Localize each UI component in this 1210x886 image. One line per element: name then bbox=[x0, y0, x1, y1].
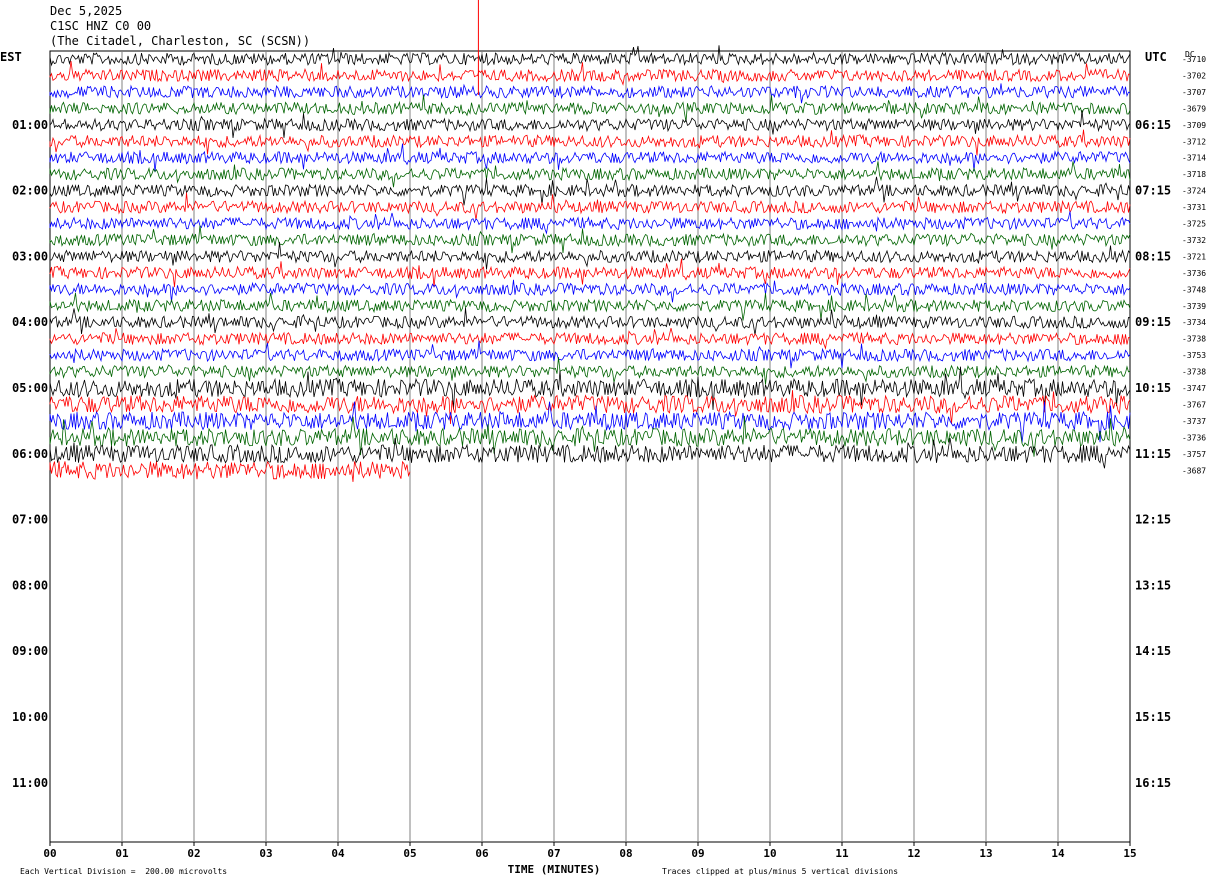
dc-offset: -3757 bbox=[1182, 450, 1206, 459]
dc-offset: -3739 bbox=[1182, 302, 1206, 311]
x-tick-label: 09 bbox=[691, 847, 704, 860]
trace-line bbox=[49, 94, 1131, 122]
dc-offset: -3732 bbox=[1182, 236, 1206, 245]
dc-offset: -3738 bbox=[1182, 368, 1206, 377]
est-hour-label: 05:00 bbox=[12, 381, 48, 395]
dc-offset: -3714 bbox=[1182, 154, 1206, 163]
clip-note: Traces clipped at plus/minus 5 vertical … bbox=[662, 867, 899, 876]
dc-offset: -3738 bbox=[1182, 335, 1206, 344]
est-hour-label: 09:00 bbox=[12, 644, 48, 658]
trace-line bbox=[49, 437, 1131, 469]
x-axis-label: TIME (MINUTES) bbox=[508, 863, 601, 876]
x-tick-label: 10 bbox=[763, 847, 776, 860]
x-tick-label: 02 bbox=[187, 847, 200, 860]
x-tick-label: 05 bbox=[403, 847, 416, 860]
x-tick-label: 04 bbox=[331, 847, 345, 860]
dc-offset: -3712 bbox=[1182, 137, 1206, 146]
est-hour-label: 11:00 bbox=[12, 776, 48, 790]
est-hour-label: 10:00 bbox=[12, 710, 48, 724]
est-hour-label: 03:00 bbox=[12, 249, 48, 263]
x-tick-label: 01 bbox=[115, 847, 129, 860]
trace-line bbox=[49, 225, 1131, 254]
x-tick-label: 08 bbox=[619, 847, 632, 860]
trace-line bbox=[49, 161, 1131, 188]
trace-line bbox=[49, 340, 1131, 369]
est-hour-label: 04:00 bbox=[12, 315, 48, 329]
x-tick-label: 13 bbox=[979, 847, 992, 860]
dc-offset: -3724 bbox=[1182, 187, 1206, 196]
dc-offset: -3702 bbox=[1182, 71, 1206, 80]
utc-hour-label: 14:15 bbox=[1135, 644, 1171, 658]
trace-line bbox=[49, 60, 1131, 86]
x-tick-label: 06 bbox=[475, 847, 489, 860]
dc-offset: -3737 bbox=[1182, 417, 1206, 426]
est-hour-label: 08:00 bbox=[12, 578, 48, 592]
x-tick-label: 11 bbox=[835, 847, 849, 860]
trace-line bbox=[49, 415, 1131, 457]
trace-line bbox=[49, 328, 1131, 350]
utc-hour-label: 11:15 bbox=[1135, 447, 1171, 461]
x-tick-label: 14 bbox=[1051, 847, 1065, 860]
trace-line bbox=[49, 258, 1131, 288]
dc-offset: -3725 bbox=[1182, 220, 1206, 229]
utc-hour-label: 09:15 bbox=[1135, 315, 1171, 329]
dc-offset: -3679 bbox=[1182, 104, 1206, 113]
dc-offset: -3718 bbox=[1182, 170, 1206, 179]
dc-offset: -3707 bbox=[1182, 88, 1206, 97]
est-hour-label: 06:00 bbox=[12, 447, 48, 461]
dc-offset: -3747 bbox=[1182, 384, 1206, 393]
dc-offset: -3710 bbox=[1182, 55, 1206, 64]
dc-offset: -3753 bbox=[1182, 351, 1206, 360]
trace-line bbox=[49, 292, 1131, 321]
dc-offset: -3736 bbox=[1182, 269, 1206, 278]
trace-line bbox=[49, 211, 1131, 235]
trace-line bbox=[49, 460, 411, 482]
dc-offset: -3709 bbox=[1182, 121, 1206, 130]
utc-hour-label: 08:15 bbox=[1135, 249, 1171, 263]
x-tick-label: 15 bbox=[1123, 847, 1136, 860]
dc-offset: -3734 bbox=[1182, 318, 1206, 327]
trace-line bbox=[49, 279, 1131, 303]
utc-hour-label: 15:15 bbox=[1135, 710, 1171, 724]
dc-offset: -3767 bbox=[1182, 400, 1206, 409]
est-hour-label: 02:00 bbox=[12, 184, 48, 198]
trace-line bbox=[49, 241, 1131, 270]
trace-line bbox=[49, 83, 1131, 104]
trace-line bbox=[49, 45, 1131, 67]
utc-hour-label: 06:15 bbox=[1135, 118, 1171, 132]
trace-line bbox=[49, 307, 1131, 336]
dc-offset: -3736 bbox=[1182, 433, 1206, 442]
dc-offset: -3721 bbox=[1182, 252, 1206, 261]
trace-line bbox=[49, 143, 1131, 173]
utc-hour-label: 16:15 bbox=[1135, 776, 1171, 790]
trace-line bbox=[49, 401, 1131, 444]
dc-offset: -3731 bbox=[1182, 203, 1206, 212]
x-tick-label: 12 bbox=[907, 847, 920, 860]
x-tick-label: 07 bbox=[547, 847, 560, 860]
trace-line bbox=[49, 192, 1131, 220]
utc-hour-label: 13:15 bbox=[1135, 578, 1171, 592]
x-tick-label: 00 bbox=[43, 847, 56, 860]
est-hour-label: 01:00 bbox=[12, 118, 48, 132]
est-hour-label: 07:00 bbox=[12, 513, 48, 527]
utc-hour-label: 07:15 bbox=[1135, 184, 1171, 198]
scale-note: Each Vertical Division = 200.00 microvol… bbox=[20, 867, 228, 876]
seismogram-chart: 00 01 02 03 04 05 06 07 08 09 10 11 12 13 14 15 TIME (MI… bbox=[12, 0, 1206, 876]
utc-hour-label: 10:15 bbox=[1135, 381, 1171, 395]
trace-line bbox=[49, 176, 1131, 206]
trace-line bbox=[49, 110, 1131, 138]
dc-offset: -3687 bbox=[1182, 466, 1206, 475]
x-tick-label: 03 bbox=[259, 847, 272, 860]
utc-hour-label: 12:15 bbox=[1135, 513, 1171, 527]
dc-offset: -3748 bbox=[1182, 285, 1206, 294]
